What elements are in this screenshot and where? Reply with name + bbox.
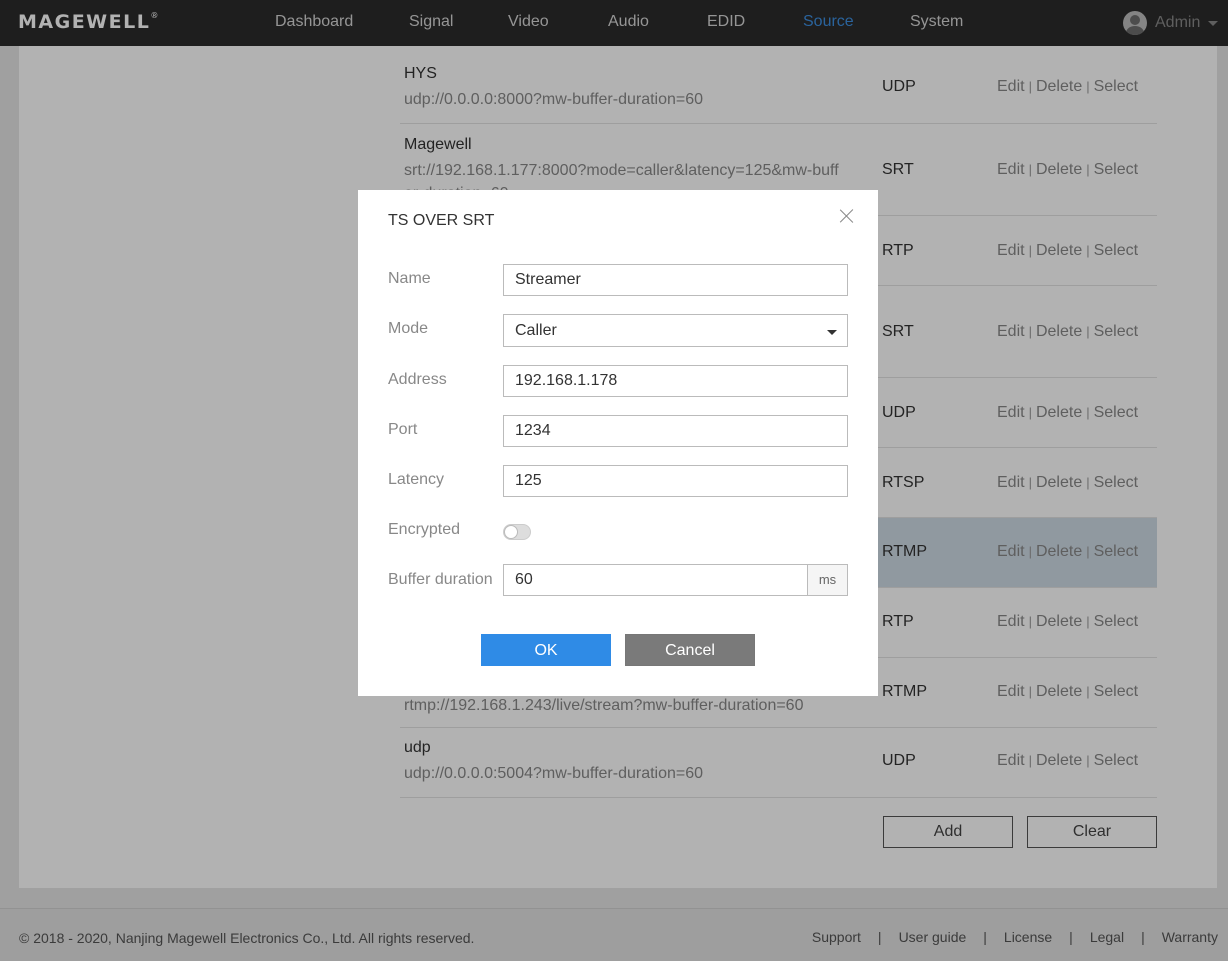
- port-label: Port: [388, 421, 418, 438]
- name-input[interactable]: [503, 264, 848, 296]
- close-icon[interactable]: [838, 207, 856, 225]
- address-input[interactable]: [503, 365, 848, 397]
- mode-selected-value: Caller: [515, 322, 557, 339]
- mode-select[interactable]: Caller: [503, 314, 848, 347]
- latency-input[interactable]: [503, 465, 848, 497]
- toggle-knob: [504, 525, 518, 539]
- ts-over-srt-dialog: TS OVER SRT Name Mode Caller Address Por…: [358, 190, 878, 696]
- latency-label: Latency: [388, 471, 445, 488]
- name-label: Name: [388, 270, 431, 287]
- encrypted-toggle[interactable]: [503, 524, 531, 540]
- buffer-duration-input[interactable]: [503, 564, 808, 596]
- mode-label: Mode: [388, 320, 429, 337]
- buffer-unit-addon: ms: [807, 564, 848, 596]
- cancel-button[interactable]: Cancel: [625, 634, 755, 666]
- address-label: Address: [388, 371, 447, 388]
- dropdown-caret-icon: [827, 330, 837, 335]
- ok-button[interactable]: OK: [481, 634, 611, 666]
- encrypted-label: Encrypted: [388, 521, 461, 538]
- buffer-duration-label: Buffer duration: [388, 571, 493, 588]
- dialog-title: TS OVER SRT: [388, 212, 495, 229]
- port-input[interactable]: [503, 415, 848, 447]
